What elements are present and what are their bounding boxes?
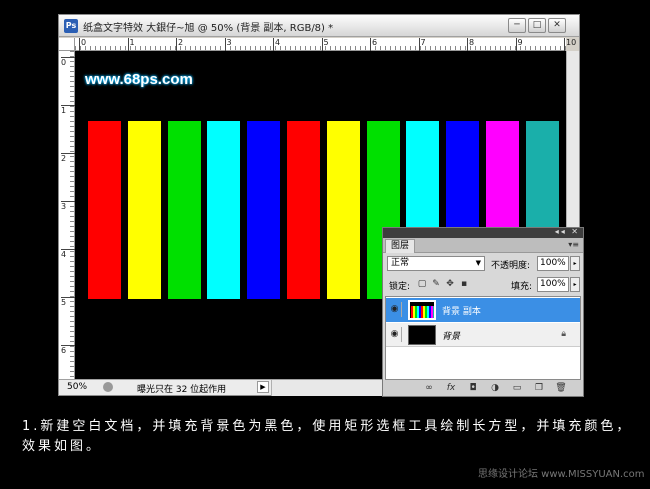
layer-row-background-copy[interactable]: ◉ 背景 副本 xyxy=(386,298,580,322)
color-stripe xyxy=(127,121,161,299)
lock-transparency-icon[interactable]: ▢ xyxy=(417,279,427,289)
layer-mask-icon[interactable]: ◘ xyxy=(467,383,479,393)
horizontal-ruler[interactable]: 0 1 2 3 4 5 6 7 8 9 10 xyxy=(75,38,576,51)
fill-label: 填充: xyxy=(511,282,533,292)
opacity-label: 不透明度: xyxy=(491,261,531,271)
layer-style-icon[interactable]: fx xyxy=(445,383,457,393)
opacity-input[interactable]: 100% xyxy=(537,256,569,271)
minimize-button[interactable]: ─ xyxy=(508,18,526,33)
lock-icon: 🔒︎ xyxy=(561,329,566,339)
opacity-stepper-icon[interactable]: ▸ xyxy=(570,256,580,271)
zoom-level[interactable]: 50% xyxy=(67,382,87,392)
window-titlebar[interactable]: Ps 纸盒文字特效 大銀仔~旭 @ 50% (背景 副本, RGB/8) * ─… xyxy=(59,15,579,37)
trash-icon[interactable]: 🗑︎ xyxy=(555,383,567,393)
link-layers-icon[interactable]: ∞ xyxy=(423,383,435,393)
site-credit: 思缘设计论坛 www.MISSYUAN.com xyxy=(478,469,645,480)
ruler-tick-label: 0 xyxy=(79,38,86,51)
color-stripe xyxy=(287,121,320,299)
document-title: 纸盒文字特效 大銀仔~旭 @ 50% (背景 副本, RGB/8) * xyxy=(83,23,334,34)
maximize-button[interactable]: □ xyxy=(528,18,546,33)
layer-name: 背景 副本 xyxy=(442,307,481,317)
ruler-origin[interactable] xyxy=(59,38,75,51)
ruler-tick-label: 6 xyxy=(370,38,377,51)
ruler-tick-label: 6 xyxy=(61,345,75,355)
color-stripe xyxy=(88,121,121,299)
ruler-tick-label: 5 xyxy=(321,38,329,51)
ruler-tick-label: 2 xyxy=(176,38,183,51)
ruler-tick-label: 0 xyxy=(61,57,75,67)
new-group-icon[interactable]: ▭ xyxy=(511,383,523,393)
watermark-text: www.68ps.com xyxy=(85,71,193,88)
panel-collapse-close-buttons[interactable]: ◂◂ ✕ xyxy=(555,227,580,237)
status-info-icon[interactable] xyxy=(103,382,113,392)
fill-input[interactable]: 100% xyxy=(537,277,569,292)
blend-mode-select[interactable]: 正常 ▼ xyxy=(387,256,485,271)
vertical-ruler[interactable]: 0 1 2 3 4 5 6 xyxy=(59,51,75,379)
ruler-tick-label: 8 xyxy=(467,38,474,51)
status-menu-arrow-icon[interactable]: ▶ xyxy=(257,381,269,393)
fill-stepper-icon[interactable]: ▸ xyxy=(570,277,580,292)
ruler-tick-label: 7 xyxy=(418,38,426,51)
photoshop-icon: Ps xyxy=(64,19,78,33)
lock-label: 锁定: xyxy=(389,282,411,292)
color-stripe xyxy=(247,121,281,299)
layer-thumbnail xyxy=(408,300,436,320)
ruler-tick-label: 4 xyxy=(61,249,75,259)
adjustment-layer-icon[interactable]: ◑ xyxy=(489,383,501,393)
tab-layers[interactable]: 图层 xyxy=(385,239,416,253)
layer-row-background[interactable]: ◉ 背景 🔒︎ xyxy=(386,323,580,347)
panel-menu-icon[interactable]: ▾≡ xyxy=(568,240,579,249)
color-stripe xyxy=(326,121,360,299)
ruler-tick-label: 2 xyxy=(61,153,75,163)
ruler-tick-label: 10 xyxy=(564,38,576,51)
status-message: 曝光只在 32 位起作用 xyxy=(137,385,227,395)
lock-fill-row: 锁定: ▢ ✎ ✥ ▪ 填充: 100% ▸ xyxy=(387,277,581,293)
panel-footer: ∞ fx ◘ ◑ ▭ ❐ 🗑︎ xyxy=(383,380,583,396)
ruler-tick-label: 1 xyxy=(127,38,135,51)
layer-name: 背景 xyxy=(442,332,461,342)
panel-tabs: 图层 ▾≡ xyxy=(383,238,583,253)
color-stripe xyxy=(207,121,241,299)
lock-position-icon[interactable]: ✥ xyxy=(445,279,455,289)
tutorial-caption: 1.新建空白文档，并填充背景色为黑色，使用矩形选框工具绘制长方型，并填充颜色，效… xyxy=(22,419,633,454)
ruler-tick-label: 3 xyxy=(224,38,232,51)
layers-panel: ◂◂ ✕ 图层 ▾≡ 正常 ▼ 不透明度: 100% ▸ 锁定: ▢ ✎ ✥ ▪… xyxy=(382,227,584,397)
ruler-tick-label: 9 xyxy=(515,38,523,51)
ruler-tick-label: 5 xyxy=(61,297,75,307)
color-stripe xyxy=(167,121,201,299)
chevron-down-icon: ▼ xyxy=(475,259,481,267)
ruler-tick-label: 1 xyxy=(61,105,75,115)
blend-mode-value: 正常 xyxy=(391,258,410,268)
ruler-tick-label: 3 xyxy=(61,201,75,211)
eye-icon[interactable]: ◉ xyxy=(388,327,402,342)
thumbnail-stripe xyxy=(433,306,434,318)
new-layer-icon[interactable]: ❐ xyxy=(533,383,545,393)
layer-thumbnail xyxy=(408,325,436,345)
panel-header[interactable]: ◂◂ ✕ xyxy=(383,227,583,238)
lock-all-icon[interactable]: ▪ xyxy=(459,279,469,289)
lock-image-pixels-icon[interactable]: ✎ xyxy=(431,279,441,289)
blend-opacity-row: 正常 ▼ 不透明度: 100% ▸ xyxy=(387,256,581,272)
ruler-tick-label: 4 xyxy=(273,38,280,51)
layer-list: ◉ 背景 副本 ◉ 背景 🔒︎ xyxy=(385,296,581,380)
close-button[interactable]: ✕ xyxy=(548,18,566,33)
eye-icon[interactable]: ◉ xyxy=(388,302,402,317)
